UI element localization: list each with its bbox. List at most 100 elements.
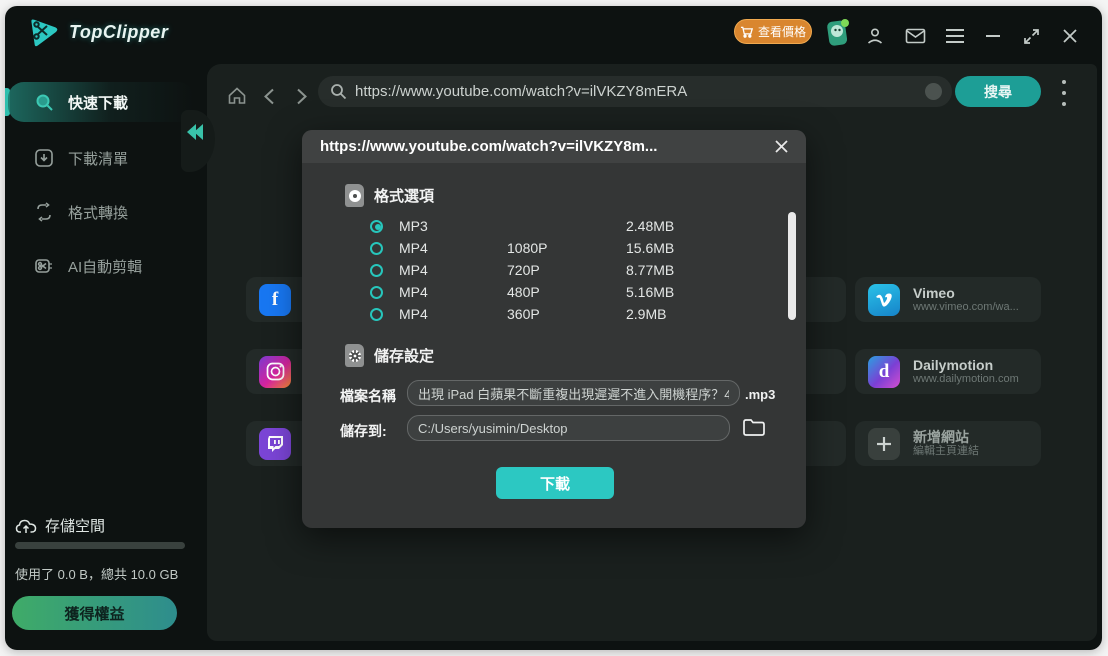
save-path-input[interactable] bbox=[407, 415, 730, 441]
format-option-mp4-480p[interactable]: MP4 480P 5.16MB bbox=[362, 281, 782, 303]
site-title: Dailymotion bbox=[913, 357, 994, 373]
save-section-header: 儲存設定 bbox=[345, 344, 434, 367]
download-dialog: https://www.youtube.com/watch?v=ilVKZY8m… bbox=[302, 130, 806, 528]
sidebar-item-label: 下載清單 bbox=[68, 150, 129, 168]
download-button-label: 下載 bbox=[539, 475, 570, 493]
site-card-dailymotion[interactable]: d Dailymotion www.dailymotion.com bbox=[855, 349, 1041, 394]
filename-extension: .mp3 bbox=[745, 387, 776, 402]
view-price-button[interactable]: 查看價格 bbox=[734, 19, 812, 44]
facebook-icon: f bbox=[259, 283, 291, 316]
url-bar bbox=[318, 76, 952, 107]
clear-url-icon[interactable] bbox=[925, 83, 942, 100]
sidebar-item-quick-download[interactable]: 快速下載 bbox=[8, 82, 194, 122]
option-quality: 360P bbox=[507, 306, 540, 322]
home-icon[interactable] bbox=[227, 86, 247, 111]
add-site-icon bbox=[868, 427, 900, 460]
site-card-add-site[interactable]: 新增網站 編輯主頁連結 bbox=[855, 421, 1041, 466]
view-price-label: 查看價格 bbox=[757, 25, 806, 39]
option-size: 15.6MB bbox=[626, 240, 675, 256]
option-size: 2.48MB bbox=[626, 218, 675, 234]
sidebar-item-ai-clip[interactable]: AI自動剪輯 bbox=[8, 246, 194, 286]
sidebar-item-label: 格式轉換 bbox=[68, 204, 129, 222]
back-icon[interactable] bbox=[263, 88, 275, 110]
site-card-vimeo[interactable]: Vimeo www.vimeo.com/wa... bbox=[855, 277, 1041, 322]
twitch-icon bbox=[259, 427, 291, 460]
logo-icon bbox=[31, 19, 58, 47]
option-format: MP4 bbox=[399, 284, 428, 300]
format-option-mp4-360p[interactable]: MP4 360P 2.9MB bbox=[362, 303, 782, 325]
minimize-icon[interactable] bbox=[981, 24, 1005, 48]
filename-input[interactable] bbox=[407, 380, 740, 406]
search-icon bbox=[34, 92, 54, 112]
user-icon[interactable] bbox=[863, 24, 887, 48]
dialog-scrollbar[interactable] bbox=[788, 212, 796, 320]
search-button[interactable]: 搜尋 bbox=[955, 76, 1041, 107]
option-format: MP4 bbox=[399, 306, 428, 322]
dialog-close-icon[interactable] bbox=[772, 138, 790, 156]
gear-icon bbox=[348, 350, 361, 362]
download-button[interactable]: 下載 bbox=[496, 467, 614, 499]
search-button-label: 搜尋 bbox=[984, 83, 1012, 100]
save-to-label: 儲存到: bbox=[340, 423, 387, 439]
format-section-title: 格式選項 bbox=[374, 188, 435, 205]
dailymotion-icon: d bbox=[868, 355, 900, 388]
site-title: Vimeo bbox=[913, 285, 955, 301]
storage-usage-text: 使用了 0.0 B，總共 10.0 GB bbox=[15, 567, 179, 582]
format-option-mp4-1080p[interactable]: MP4 1080P 15.6MB bbox=[362, 237, 782, 259]
option-format: MP4 bbox=[399, 262, 428, 278]
option-format: MP4 bbox=[399, 240, 428, 256]
menu-icon[interactable] bbox=[943, 24, 967, 48]
site-title: 新增網站 bbox=[913, 429, 969, 445]
save-section-title: 儲存設定 bbox=[374, 348, 435, 365]
filename-label: 檔案名稱 bbox=[340, 388, 396, 404]
storage-section-header: 存儲空間 bbox=[15, 515, 105, 536]
instagram-icon bbox=[259, 355, 291, 388]
media-file-icon bbox=[345, 184, 364, 207]
mascot-icon[interactable] bbox=[825, 17, 851, 48]
forward-icon[interactable] bbox=[296, 88, 308, 110]
sidebar-item-label: 快速下載 bbox=[68, 94, 129, 112]
format-option-mp3[interactable]: MP3 2.48MB bbox=[362, 215, 782, 237]
option-size: 8.77MB bbox=[626, 262, 675, 278]
convert-icon bbox=[34, 202, 54, 222]
search-icon bbox=[331, 84, 347, 100]
format-option-mp4-720p[interactable]: MP4 720P 8.77MB bbox=[362, 259, 782, 281]
storage-title: 存儲空間 bbox=[45, 518, 106, 535]
option-quality: 1080P bbox=[507, 240, 548, 256]
app-window: TopClipper 查看價格 快速下載 下載清單 格式轉換 AI自動剪輯 存儲… bbox=[5, 6, 1102, 650]
mail-icon[interactable] bbox=[903, 24, 927, 48]
site-subtitle: www.vimeo.com/wa... bbox=[913, 301, 1019, 313]
ai-clip-icon bbox=[34, 256, 54, 276]
browse-folder-icon[interactable] bbox=[740, 415, 767, 440]
download-list-icon bbox=[34, 148, 54, 168]
format-section-header: 格式選項 bbox=[345, 184, 434, 207]
site-subtitle: 編輯主頁連結 bbox=[913, 445, 979, 457]
radio-selected-icon[interactable] bbox=[370, 219, 383, 233]
sidebar-item-download-list[interactable]: 下載清單 bbox=[8, 138, 194, 178]
app-title: TopClipper bbox=[69, 21, 169, 42]
radio-icon[interactable] bbox=[370, 307, 383, 321]
url-input[interactable] bbox=[355, 83, 917, 100]
close-icon[interactable] bbox=[1058, 24, 1082, 48]
option-quality: 480P bbox=[507, 284, 540, 300]
expand-icon[interactable] bbox=[1019, 24, 1043, 48]
option-size: 5.16MB bbox=[626, 284, 675, 300]
option-quality: 720P bbox=[507, 262, 540, 278]
chevron-left-icon bbox=[194, 124, 203, 140]
site-subtitle: www.dailymotion.com bbox=[913, 373, 1019, 385]
radio-icon[interactable] bbox=[370, 263, 383, 277]
more-options-icon[interactable] bbox=[1059, 80, 1069, 106]
cloud-upload-icon bbox=[15, 519, 37, 533]
radio-icon[interactable] bbox=[370, 285, 383, 299]
radio-icon[interactable] bbox=[370, 241, 383, 255]
dialog-header: https://www.youtube.com/watch?v=ilVKZY8m… bbox=[302, 130, 806, 163]
sidebar-item-label: AI自動剪輯 bbox=[68, 258, 143, 276]
sidebar-item-format-convert[interactable]: 格式轉換 bbox=[8, 192, 194, 232]
get-benefits-label: 獲得權益 bbox=[64, 605, 125, 623]
option-size: 2.9MB bbox=[626, 306, 667, 322]
get-benefits-button[interactable]: 獲得權益 bbox=[12, 596, 177, 630]
option-format: MP3 bbox=[399, 218, 428, 234]
storage-progress-bar bbox=[15, 542, 185, 549]
settings-file-icon bbox=[345, 344, 364, 367]
app-logo: TopClipper bbox=[27, 16, 168, 48]
